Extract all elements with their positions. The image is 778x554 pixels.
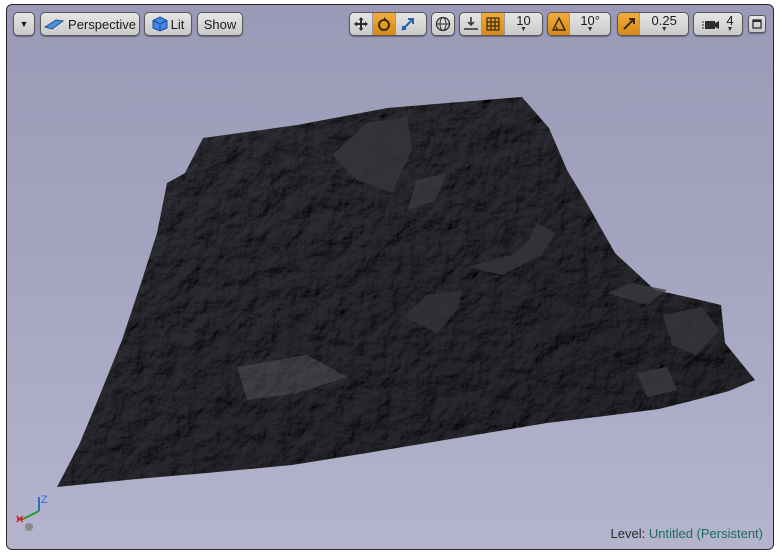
rotate-tool[interactable]	[373, 13, 396, 35]
surface-snap-toggle[interactable]	[460, 13, 483, 35]
lighting-mode-button[interactable]: Lit	[144, 12, 192, 36]
level-name: Untitled (Persistent)	[648, 526, 763, 541]
viewport[interactable]: ▼ Perspective Lit Show 10 ▼ 10° ▼ 0.25 ▼…	[6, 4, 774, 550]
level-key: Level:	[610, 526, 646, 541]
angle-icon	[551, 16, 566, 31]
transform-tools	[349, 12, 427, 36]
lit-cube-icon	[152, 16, 168, 32]
rotation-snap-toggle[interactable]	[548, 13, 571, 35]
axis-gizmo: Z ✕	[15, 494, 48, 531]
landscape-terrain[interactable]	[7, 5, 773, 549]
chevron-down-icon: ▼	[660, 26, 668, 33]
grid-snap-group: 10 ▼	[459, 12, 543, 36]
chevron-down-icon: ▼	[520, 26, 527, 33]
chevron-down-icon: ▼	[19, 19, 29, 29]
globe-icon	[435, 16, 451, 32]
scale-snap-group: 0.25 ▼	[617, 12, 689, 36]
rotation-snap-value[interactable]: 10° ▼	[570, 13, 610, 35]
camera-icon	[702, 21, 720, 29]
grid-snap-toggle[interactable]	[482, 13, 505, 35]
grid-icon	[486, 17, 500, 31]
level-status: Level: Untitled (Persistent)	[611, 526, 763, 541]
axis-z-label: Z	[41, 494, 48, 506]
scale-snap-value[interactable]: 0.25 ▼	[640, 13, 688, 35]
show-label: Show	[203, 16, 237, 32]
scale-tool[interactable]	[396, 13, 419, 35]
translate-tool[interactable]	[350, 13, 373, 35]
show-flags-button[interactable]: Show	[197, 12, 243, 36]
surface-snap-icon	[463, 17, 478, 30]
view-mode-perspective-button[interactable]: Perspective	[40, 12, 140, 36]
perspective-icon	[44, 19, 65, 30]
maximize-icon	[752, 19, 762, 29]
move-arrows-icon	[354, 17, 368, 31]
coordinate-system-button[interactable]	[431, 12, 455, 36]
chevron-down-icon: ▼	[726, 26, 734, 33]
scale-snap-toggle[interactable]	[618, 13, 641, 35]
scale-icon	[400, 18, 414, 31]
camera-speed-value: 4 ▼	[726, 14, 734, 33]
perspective-label: Perspective	[68, 16, 136, 32]
chevron-down-icon: ▼	[586, 26, 594, 33]
axis-x-icon: ✕	[15, 514, 24, 526]
maximize-viewport-button[interactable]	[748, 15, 766, 33]
viewport-options-button[interactable]: ▼	[13, 12, 35, 36]
rotate-icon	[378, 17, 390, 31]
camera-speed-button[interactable]: 4 ▼	[693, 12, 743, 36]
lit-label: Lit	[170, 16, 185, 32]
rotation-snap-group: 10° ▼	[547, 12, 611, 36]
scale-snap-icon	[622, 18, 635, 30]
grid-snap-value[interactable]: 10 ▼	[505, 13, 542, 35]
